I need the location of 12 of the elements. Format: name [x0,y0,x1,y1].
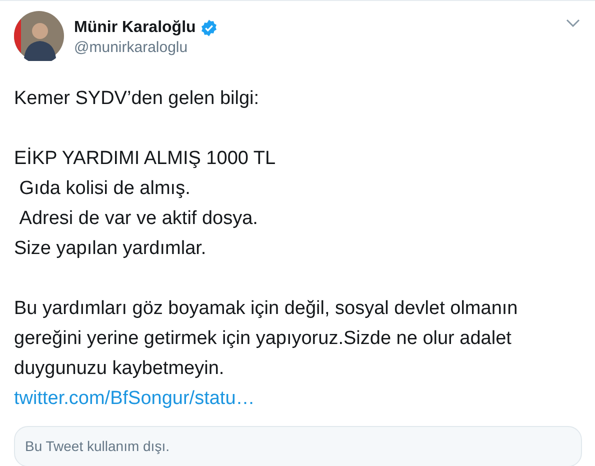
tweet-text: Size yapılan yardımlar. [14,237,208,261]
tweet-text: Bu yardımları göz boyamak için değil, sosyal devlet olmanın gereğini yerine getirmek için yapıyoruz.Sizde ne olur adalet duygunuzu kaybetmeyin. [14,297,519,381]
author-name[interactable]: Münir Karaloğlu [74,19,196,37]
quoted-tweet-notice: Bu Tweet kullanım dışı. [14,426,582,466]
chevron-down-icon[interactable] [566,19,580,27]
tweet-text: Adresi de var ve aktif dosya. [18,207,259,231]
tweet-text: Gıda kolisi de almış. [18,177,192,201]
author-handle[interactable]: @munirkaraloglu [74,39,218,56]
tweet-text: Kemer SYDV’den gelen bilgi: [14,87,260,111]
tweet-link[interactable]: twitter.com/BfSongur/statu… [14,384,582,414]
tweet-text: EİKP YARDIMI ALMIŞ 1000 TL [14,146,277,171]
avatar-icon[interactable] [14,11,64,61]
